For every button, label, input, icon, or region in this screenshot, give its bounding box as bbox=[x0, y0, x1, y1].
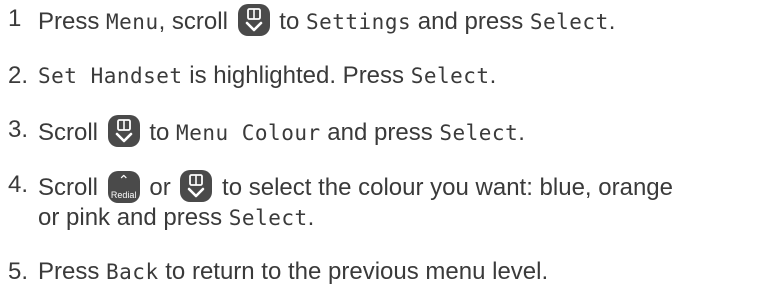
display-term-select: Select bbox=[439, 121, 519, 145]
step-text: or bbox=[142, 174, 178, 201]
step-text: Press bbox=[38, 8, 107, 35]
display-term-back: Back bbox=[106, 260, 159, 284]
display-term-menu-colour: Menu Colour bbox=[176, 121, 321, 145]
instruction-steps: 1 Press Menu, scroll to Settings and pre… bbox=[8, 4, 758, 287]
step-number: 3. bbox=[8, 116, 29, 143]
step-4: 4. Scroll ⌃ Redial or to select the colou… bbox=[8, 170, 758, 233]
step-5: 5. Press Back to return to the previous … bbox=[8, 257, 758, 287]
step-text: or pink and press bbox=[38, 204, 229, 231]
step-3: 3. Scroll to Menu Colour and press Selec… bbox=[8, 115, 758, 148]
step-2: 2. Set Handset is highlighted. Press Sel… bbox=[8, 61, 758, 91]
phonebook-down-key-icon bbox=[237, 4, 270, 36]
step-continuation: or pink and press Select. bbox=[38, 203, 758, 233]
redial-key-label: Redial bbox=[110, 190, 137, 200]
step-number: 5. bbox=[8, 258, 29, 285]
step-1: 1 Press Menu, scroll to Settings and pre… bbox=[8, 4, 758, 37]
step-text: Scroll bbox=[38, 174, 105, 201]
step-text: . bbox=[608, 8, 616, 35]
display-term-select: Select bbox=[529, 10, 609, 34]
step-text: and press bbox=[320, 119, 440, 146]
step-number: 1 bbox=[8, 5, 22, 32]
step-text: Press bbox=[38, 258, 107, 285]
redial-up-key-icon: ⌃ Redial bbox=[107, 171, 140, 203]
step-number: 4. bbox=[8, 171, 29, 198]
step-text: . bbox=[518, 119, 525, 146]
step-text: to return to the previous menu level. bbox=[158, 258, 549, 285]
step-text: . bbox=[489, 62, 497, 89]
display-term-select: Select bbox=[410, 64, 490, 88]
display-term-menu: Menu bbox=[106, 10, 159, 34]
step-text: , scroll bbox=[158, 8, 235, 35]
step-text: . bbox=[307, 204, 315, 231]
step-text: Scroll bbox=[38, 119, 105, 146]
display-term-select: Select bbox=[228, 206, 308, 230]
step-text: and press bbox=[411, 8, 530, 35]
step-text: to select the colour you want: blue, ora… bbox=[215, 174, 673, 201]
phonebook-down-key-icon bbox=[107, 115, 140, 147]
step-text: is highlighted. Press bbox=[182, 62, 411, 89]
step-text: to bbox=[142, 119, 177, 146]
step-number: 2. bbox=[8, 62, 29, 89]
chevron-up-icon: ⌃ bbox=[117, 173, 130, 189]
display-term-settings: Settings bbox=[305, 10, 412, 34]
step-text: to bbox=[272, 8, 306, 35]
display-term-set-handset: Set Handset bbox=[38, 64, 183, 88]
phonebook-down-key-icon bbox=[180, 170, 213, 202]
